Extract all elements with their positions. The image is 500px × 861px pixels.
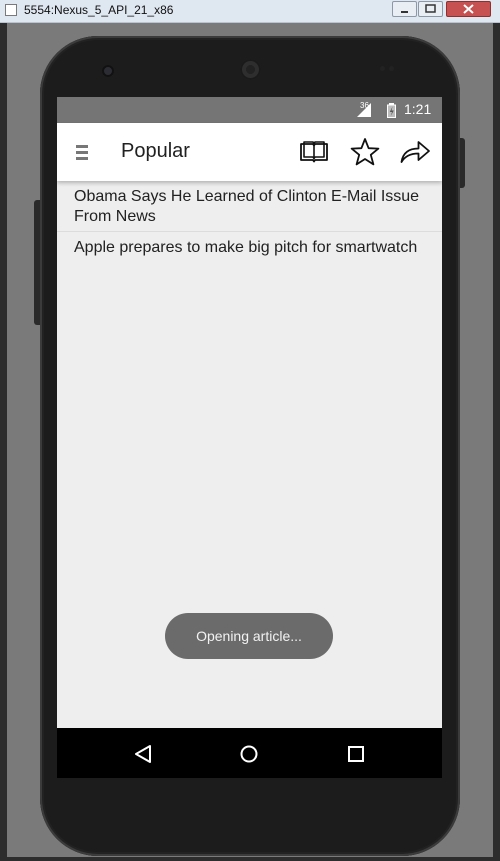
window-app-icon [5,4,17,16]
star-icon[interactable] [349,136,381,168]
network-type: 36 [360,101,369,110]
proximity-sensor [380,66,394,71]
window-close-button[interactable] [446,1,491,17]
earpiece-speaker [240,59,261,80]
list-item[interactable]: Obama Says He Learned of Clinton E-Mail … [57,181,442,232]
system-nav-bar [57,728,442,778]
close-icon [463,4,474,14]
status-time: 1:21 [404,101,432,117]
recents-icon[interactable] [344,742,368,766]
device-screen: 36 1:21 Popular Obama Says He Learned of… [57,97,442,778]
status-bar: 36 1:21 [57,97,442,123]
window-title-bar: 5554:Nexus_5_API_21_x86 [0,0,500,23]
window-title: 5554:Nexus_5_API_21_x86 [24,3,174,17]
front-camera-icon [102,65,114,77]
window-maximize-button[interactable] [418,1,443,17]
maximize-icon [425,4,436,13]
hamburger-menu-icon[interactable] [76,145,90,161]
list-item[interactable]: Apple prepares to make big pitch for sma… [57,232,442,262]
article-title: Apple prepares to make big pitch for sma… [74,239,418,256]
share-icon[interactable] [399,136,431,168]
back-icon[interactable] [132,742,156,766]
app-toolbar: Popular [57,123,442,181]
minimize-icon [401,11,408,13]
window-minimize-button[interactable] [392,1,417,17]
toolbar-title: Popular [121,140,190,162]
power-button[interactable] [460,138,465,188]
book-icon[interactable] [298,136,330,168]
home-icon[interactable] [237,742,261,766]
battery-icon [387,103,396,118]
article-list: Obama Says He Learned of Clinton E-Mail … [57,181,442,262]
article-title: Obama Says He Learned of Clinton E-Mail … [74,188,420,225]
toast-message: Opening article... [165,613,333,659]
